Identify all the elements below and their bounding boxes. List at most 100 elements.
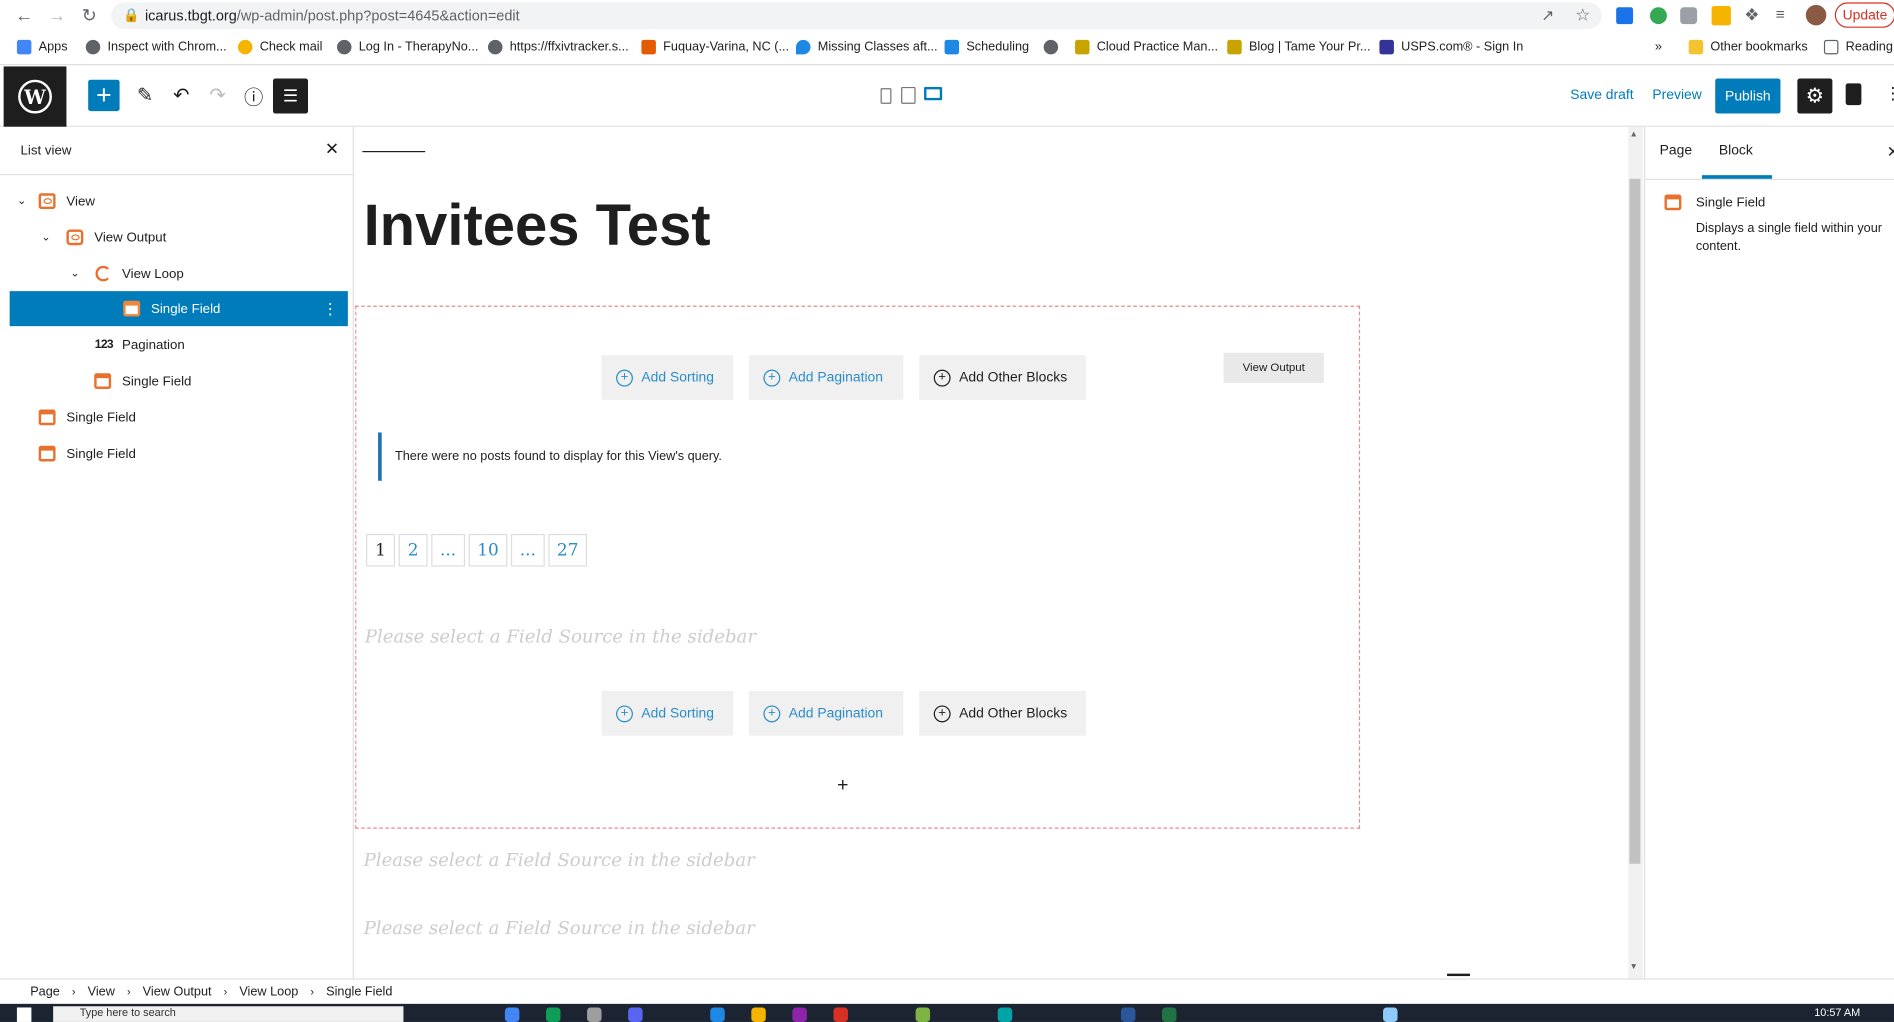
add-block-plus[interactable]: + — [837, 776, 848, 798]
plugin-icon[interactable] — [1845, 83, 1862, 106]
update-button[interactable]: Update — [1834, 2, 1894, 28]
field-placeholder[interactable]: Please select a Field Source in the side… — [365, 626, 756, 648]
save-draft-button[interactable]: Save draft — [1570, 88, 1633, 102]
bookmark-apps[interactable]: Apps — [16, 34, 68, 61]
page-title[interactable]: Invitees Test — [364, 193, 711, 259]
app-taskbar-icon[interactable] — [792, 1007, 807, 1022]
list-item-pagination[interactable]: 123 Pagination — [10, 327, 348, 362]
breadcrumb-item[interactable]: View — [88, 985, 115, 999]
word-taskbar-icon[interactable] — [1120, 1007, 1136, 1022]
list-item-single-field-selected[interactable]: Single Field ⋮ — [9, 291, 348, 327]
pagination-page[interactable]: 27 — [548, 533, 588, 567]
list-item-single-field[interactable]: Single Field — [10, 436, 348, 471]
folder-taskbar-icon[interactable] — [751, 1007, 766, 1022]
other-bookmarks[interactable]: Other bookmarks — [1688, 34, 1808, 61]
app-taskbar-icon[interactable] — [587, 1007, 602, 1022]
list-view-button[interactable]: ☰ — [272, 78, 309, 114]
bookmark-item[interactable]: Log In - TherapyNo... — [337, 34, 478, 61]
more-options-icon[interactable]: ⋮ — [1884, 83, 1894, 104]
wordpress-logo[interactable]: W — [3, 66, 67, 127]
tab-block[interactable]: Block — [1719, 144, 1753, 158]
camera-extension-icon[interactable] — [1680, 7, 1698, 25]
close-icon[interactable]: ✕ — [325, 139, 339, 160]
add-block-button[interactable]: + — [88, 79, 120, 112]
add-sorting-button[interactable]: + Add Sorting — [601, 690, 734, 736]
tablet-preview-icon[interactable] — [901, 86, 916, 104]
share-icon[interactable]: ↗ — [1541, 6, 1554, 25]
app-taskbar-icon[interactable] — [545, 1007, 561, 1022]
star-icon[interactable]: ☆ — [1575, 5, 1590, 26]
excel-taskbar-icon[interactable] — [1161, 1007, 1177, 1022]
publish-button[interactable]: Publish — [1715, 78, 1781, 114]
scroll-down-icon[interactable]: ▼ — [1629, 963, 1637, 971]
forward-icon[interactable]: → — [45, 4, 69, 28]
bookmark-item[interactable]: USPS.com® - Sign In — [1379, 34, 1523, 61]
chevron-down-icon[interactable]: ⌄ — [14, 194, 28, 207]
list-item-view-output[interactable]: ⌄ View Output — [10, 220, 348, 255]
bookmarks-overflow-icon[interactable]: » — [1655, 34, 1662, 61]
reading-list-icon[interactable]: ≡ — [1776, 5, 1785, 23]
settings-button[interactable]: ⚙ — [1797, 78, 1833, 114]
close-icon[interactable]: ✕ — [1887, 143, 1894, 162]
breadcrumb-item[interactable]: View Output — [143, 985, 212, 999]
reload-icon[interactable]: ↻ — [77, 4, 101, 28]
chevron-down-icon[interactable]: ⌄ — [68, 267, 82, 280]
reading-list[interactable]: Reading — [1823, 34, 1893, 61]
undo-icon[interactable]: ↶ — [168, 81, 195, 110]
discord-taskbar-icon[interactable] — [628, 1007, 643, 1022]
add-sorting-button[interactable]: + Add Sorting — [601, 355, 734, 400]
app-taskbar-icon[interactable] — [997, 1007, 1013, 1022]
extension-icon[interactable] — [1616, 7, 1634, 25]
puzzle-icon[interactable]: ❖ — [1744, 5, 1759, 26]
windows-start-icon[interactable] — [16, 1007, 32, 1022]
avatar[interactable] — [1805, 4, 1827, 26]
bookmark-item[interactable]: Fuquay-Varina, NC (... — [641, 34, 789, 61]
edit-tools-icon[interactable]: ✎ — [132, 81, 159, 110]
list-item-view[interactable]: ⌄ View — [10, 184, 348, 219]
app-taskbar-icon[interactable] — [915, 1007, 931, 1022]
field-placeholder[interactable]: Please select a Field Source in the side… — [364, 849, 755, 871]
redo-icon[interactable]: ↷ — [204, 81, 231, 110]
extension-icon[interactable] — [1711, 6, 1731, 26]
view-output-tag[interactable]: View Output — [1223, 352, 1324, 383]
mobile-preview-icon[interactable] — [880, 88, 892, 104]
bookmark-item[interactable]: https://ffxivtracker.s... — [487, 34, 629, 61]
more-options-icon[interactable]: ⋮ — [323, 299, 339, 318]
preview-button[interactable]: Preview — [1652, 88, 1701, 102]
field-placeholder[interactable]: Please select a Field Source in the side… — [364, 917, 755, 939]
resize-handle[interactable] — [1447, 973, 1471, 977]
pagination-page[interactable]: 1 — [365, 533, 395, 567]
app-taskbar-icon[interactable] — [833, 1007, 848, 1022]
app-taskbar-icon[interactable] — [710, 1007, 725, 1022]
add-other-blocks-button[interactable]: + Add Other Blocks — [919, 355, 1086, 400]
bookmark-item[interactable]: Cloud Practice Man... — [1075, 34, 1218, 61]
list-item-single-field[interactable]: Single Field — [10, 364, 348, 399]
desktop-preview-icon[interactable] — [924, 86, 943, 101]
omnibox[interactable]: 🔒 icarus.tbgt.org/wp-admin/post.php?post… — [111, 2, 1602, 29]
breadcrumb-item[interactable]: Page — [30, 985, 60, 999]
add-pagination-button[interactable]: + Add Pagination — [748, 355, 904, 400]
bookmark-item[interactable] — [1043, 34, 1066, 61]
tab-page[interactable]: Page — [1660, 144, 1692, 158]
scrollbar-thumb[interactable] — [1629, 178, 1641, 864]
bookmark-item[interactable]: Missing Classes aft... — [796, 34, 938, 61]
pagination-page[interactable]: 10 — [468, 533, 508, 567]
weather-taskbar-icon[interactable] — [1383, 1007, 1398, 1022]
chevron-down-icon[interactable]: ⌄ — [39, 231, 53, 244]
taskbar-search[interactable]: Type here to search — [53, 1006, 404, 1022]
breadcrumb-item[interactable]: View Loop — [239, 985, 298, 999]
bookmark-item[interactable]: Blog | Tame Your Pr... — [1227, 34, 1370, 61]
bookmark-item[interactable]: Check mail — [237, 34, 322, 61]
view-block[interactable]: + Add Sorting + Add Pagination + Add Other … — [355, 305, 1361, 829]
pagination-page[interactable]: 2 — [398, 533, 428, 567]
bookmark-item[interactable]: Scheduling — [944, 34, 1029, 61]
extension-icon[interactable] — [1649, 7, 1667, 25]
list-item-view-loop[interactable]: ⌄ View Loop — [10, 256, 348, 291]
list-item-single-field[interactable]: Single Field — [10, 400, 348, 435]
chrome-taskbar-icon[interactable] — [504, 1007, 520, 1022]
add-pagination-button[interactable]: + Add Pagination — [748, 690, 904, 736]
back-icon[interactable]: ← — [12, 4, 36, 28]
bookmark-item[interactable]: Inspect with Chrom... — [85, 34, 227, 61]
info-icon[interactable]: ⓘ — [240, 81, 267, 110]
add-other-blocks-button[interactable]: + Add Other Blocks — [919, 690, 1086, 736]
